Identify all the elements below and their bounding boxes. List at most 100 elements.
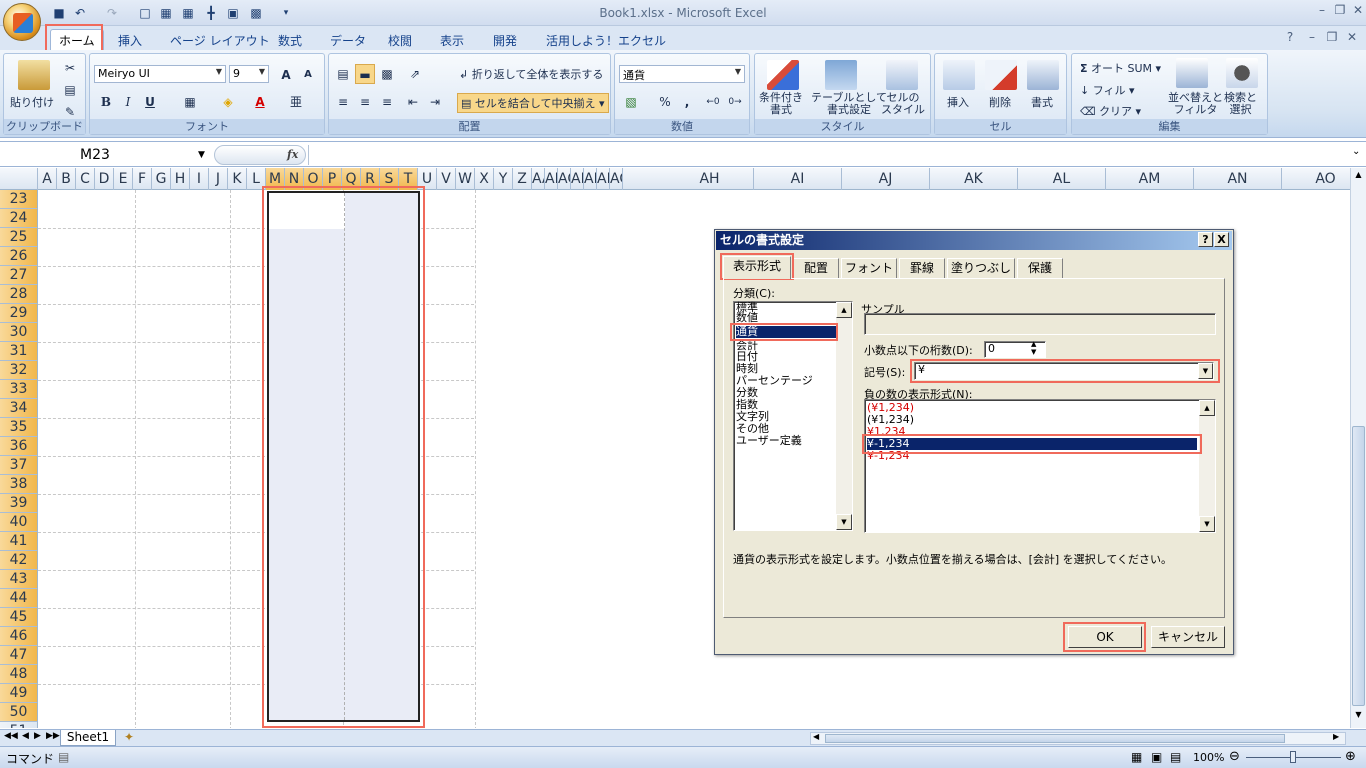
sheet-tab-sheet1[interactable]: Sheet1	[60, 730, 116, 746]
negative-format-item[interactable]: ¥-1,234	[867, 450, 1197, 462]
row-header[interactable]: 26	[0, 247, 38, 266]
column-header[interactable]: AA	[532, 168, 545, 190]
row-header[interactable]: 28	[0, 285, 38, 304]
column-header[interactable]: L	[247, 168, 266, 190]
row-header[interactable]: 38	[0, 475, 38, 494]
ok-button[interactable]: OK	[1068, 626, 1142, 648]
phonetic-button[interactable]: 亜	[286, 92, 306, 112]
column-header[interactable]: A	[38, 168, 57, 190]
dialog-help-button[interactable]: ?	[1198, 232, 1213, 247]
number-format-combo[interactable]: 通貨 ▼	[619, 65, 745, 83]
decimal-places-input[interactable]: 0 ▲ ▼	[984, 341, 1046, 358]
row-header[interactable]: 48	[0, 665, 38, 684]
category-number[interactable]: 数値	[736, 312, 836, 324]
next-sheet-icon[interactable]: ▶	[34, 731, 41, 741]
column-header[interactable]: W	[456, 168, 475, 190]
tab-addin[interactable]: 活用しよう！エクセル	[538, 30, 674, 50]
format-cells-button[interactable]: 書式	[1031, 94, 1053, 110]
find-select-button[interactable]: 検索と 選択	[1224, 92, 1257, 116]
shrink-font-button[interactable]: A	[298, 65, 318, 85]
chevron-down-icon[interactable]: ▼	[1198, 363, 1213, 379]
row-header[interactable]: 27	[0, 266, 38, 285]
underline-button[interactable]: U	[140, 92, 160, 112]
row-header[interactable]: 34	[0, 399, 38, 418]
zoom-level[interactable]: 100%	[1193, 751, 1224, 764]
zoom-in-icon[interactable]: ⊕	[1345, 749, 1356, 764]
cut-icon[interactable]: ✂	[60, 58, 80, 78]
tab-font[interactable]: フォント	[841, 258, 897, 278]
row-header[interactable]: 39	[0, 494, 38, 513]
scroll-right-icon[interactable]: ▶	[1333, 732, 1339, 741]
column-header[interactable]: Z	[513, 168, 532, 190]
tab-data[interactable]: データ	[322, 30, 374, 50]
negative-format-item[interactable]: (¥1,234)	[867, 402, 1197, 414]
category-list[interactable]: 標準 数値 通貨 会計 日付 時刻 パーセンテージ 分数 指数 文字列 その他 …	[733, 301, 853, 531]
wrap-text-button[interactable]: ↲ 折り返して全体を表示する	[459, 66, 603, 82]
column-header[interactable]: H	[171, 168, 190, 190]
fill-button[interactable]: ↓ フィル ▾	[1080, 82, 1135, 98]
restore-icon[interactable]: ❐	[1332, 3, 1348, 19]
tab-page-layout[interactable]: ページ レイアウト	[162, 30, 278, 50]
increase-decimal-icon[interactable]: ←0	[703, 92, 723, 112]
decrease-decimal-icon[interactable]: 0→	[725, 92, 745, 112]
font-name-combo[interactable]: Meiryo UI ▼	[94, 65, 226, 83]
help-icon[interactable]: ?	[1282, 30, 1298, 46]
column-header[interactable]: AB	[545, 168, 558, 190]
column-header[interactable]: AH	[666, 168, 754, 190]
tab-insert[interactable]: 挿入	[110, 30, 150, 50]
tab-border[interactable]: 罫線	[899, 258, 945, 278]
column-header[interactable]: K	[228, 168, 247, 190]
sort-filter-icon[interactable]	[1176, 58, 1208, 88]
align-right-icon[interactable]: ≡	[377, 92, 397, 112]
row-header[interactable]: 30	[0, 323, 38, 342]
negative-format-item[interactable]: ¥1,234	[867, 426, 1197, 438]
currency-format-icon[interactable]: ▧	[621, 92, 641, 112]
category-custom[interactable]: ユーザー定義	[736, 435, 836, 447]
sort-filter-button[interactable]: 並べ替えと フィルタ	[1168, 92, 1223, 116]
row-header[interactable]: 33	[0, 380, 38, 399]
column-header[interactable]: AK	[930, 168, 1018, 190]
increase-indent-icon[interactable]: ⇥	[425, 92, 445, 112]
column-header[interactable]: X	[475, 168, 494, 190]
column-header[interactable]: AJ	[842, 168, 930, 190]
delete-cells-icon[interactable]	[985, 60, 1017, 90]
zoom-slider-thumb[interactable]	[1290, 751, 1296, 763]
tab-review[interactable]: 校閲	[380, 30, 420, 50]
binoculars-icon[interactable]	[1226, 58, 1258, 88]
paste-icon[interactable]	[18, 60, 50, 90]
row-header[interactable]: 37	[0, 456, 38, 475]
column-header[interactable]: F	[133, 168, 152, 190]
selected-range[interactable]	[267, 191, 420, 722]
align-bottom-icon[interactable]: ▩	[377, 64, 397, 84]
column-header[interactable]: T	[399, 168, 418, 190]
vertical-scrollbar[interactable]: ▲ ▼	[1350, 168, 1366, 728]
comma-button[interactable]: ,	[677, 92, 697, 112]
conditional-format-button[interactable]: 条件付き 書式	[759, 92, 803, 116]
column-header[interactable]: M	[266, 168, 285, 190]
insert-cells-button[interactable]: 挿入	[947, 94, 969, 110]
formula-input[interactable]	[308, 145, 1348, 165]
office-button[interactable]	[3, 3, 41, 41]
row-header[interactable]: 50	[0, 703, 38, 722]
category-scrollbar[interactable]: ▲ ▼	[836, 302, 852, 530]
column-header[interactable]: I	[190, 168, 209, 190]
grow-font-button[interactable]: A	[276, 65, 296, 85]
row-header[interactable]: 29	[0, 304, 38, 323]
table-format-icon[interactable]	[825, 60, 857, 90]
scroll-up-icon[interactable]: ▲	[1352, 170, 1365, 184]
page-break-view-icon[interactable]: ▤	[1170, 750, 1181, 764]
negative-format-list[interactable]: (¥1,234) (¥1,234) ¥1,234 ¥-1,234 ¥-1,234…	[864, 399, 1216, 533]
percent-button[interactable]: %	[655, 92, 675, 112]
column-header[interactable]: AC	[558, 168, 571, 190]
scroll-up-icon[interactable]: ▲	[836, 302, 852, 318]
align-left-icon[interactable]: ≡	[333, 92, 353, 112]
column-header[interactable]: AG	[610, 168, 623, 190]
row-header[interactable]: 35	[0, 418, 38, 437]
spin-down-icon[interactable]: ▼	[1031, 349, 1036, 356]
column-header[interactable]: AL	[1018, 168, 1106, 190]
bold-button[interactable]: B	[96, 92, 116, 112]
align-top-icon[interactable]: ▤	[333, 64, 353, 84]
row-header[interactable]: 32	[0, 361, 38, 380]
column-header[interactable]: D	[95, 168, 114, 190]
tab-developer[interactable]: 開発	[485, 30, 525, 50]
